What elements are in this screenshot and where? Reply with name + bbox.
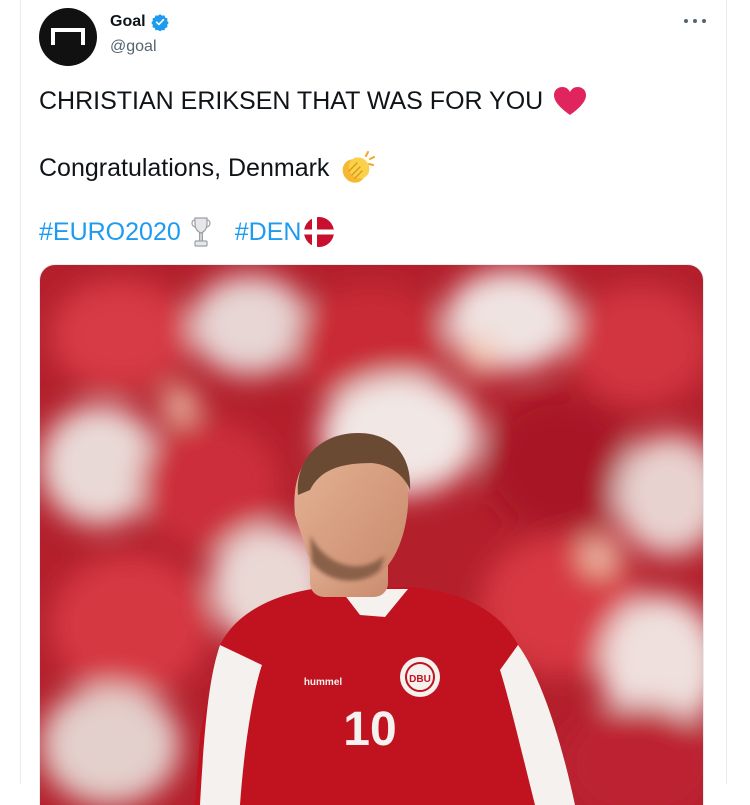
- heart-emoji-icon: [554, 87, 587, 115]
- tweet-text-line-1: CHRISTIAN ERIKSEN THAT WAS FOR YOU: [39, 86, 587, 116]
- hashtag-euro2020[interactable]: #EURO2020: [39, 217, 181, 247]
- avatar[interactable]: [39, 8, 97, 66]
- crest-text: DBU: [409, 674, 431, 685]
- author-name[interactable]: Goal: [110, 13, 146, 31]
- tweet-card: Goal @goal CHRISTIAN ERIKSEN THAT WAS FO…: [20, 0, 727, 805]
- trophy-emoji-icon: [191, 217, 211, 247]
- tweet-text-2: Congratulations, Denmark: [39, 154, 330, 182]
- goal-logo-icon: [51, 28, 85, 45]
- sponsor-text: hummel: [304, 677, 343, 688]
- hashtag-den[interactable]: #DEN: [235, 217, 302, 247]
- more-options-icon[interactable]: [684, 14, 706, 28]
- tweet-photo[interactable]: DBU hummel 10: [39, 264, 704, 805]
- author-handle[interactable]: @goal: [110, 38, 157, 56]
- clapping-hands-emoji-icon: [343, 151, 376, 183]
- verified-badge-icon: [150, 14, 169, 31]
- jersey-number: 10: [343, 703, 396, 756]
- hashtag-line: #EURO2020 #DEN: [39, 216, 335, 248]
- tweet-text-line-2: Congratulations, Denmark: [39, 151, 376, 185]
- author-name-row[interactable]: Goal: [110, 13, 169, 31]
- tweet-photo-image: DBU hummel 10: [40, 265, 703, 805]
- tweet-text-1: CHRISTIAN ERIKSEN THAT WAS FOR YOU: [39, 87, 544, 115]
- denmark-flag-emoji-icon: [304, 217, 335, 247]
